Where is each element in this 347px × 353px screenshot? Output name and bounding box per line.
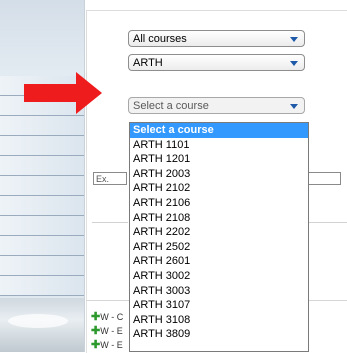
course-option[interactable]: ARTH 2202 [130, 225, 308, 240]
course-option[interactable]: ARTH 3002 [130, 269, 308, 284]
chevron-down-icon [290, 104, 298, 109]
cloud-image [0, 298, 84, 352]
all-courses-select[interactable]: All courses [128, 30, 305, 47]
left-row [0, 236, 84, 256]
legend-label: W - C [100, 312, 124, 322]
course-option[interactable]: ARTH 2502 [130, 240, 308, 255]
secondary-input[interactable] [306, 172, 341, 185]
plus-icon: ✚ [91, 325, 101, 337]
course-option[interactable]: Select a course [130, 123, 308, 138]
plus-icon: ✚ [91, 311, 101, 323]
left-row [0, 196, 84, 216]
chevron-down-icon [290, 61, 298, 66]
legend-label: W - E [100, 326, 123, 336]
course-option[interactable]: ARTH 2106 [130, 196, 308, 211]
course-option[interactable]: ARTH 3809 [130, 327, 308, 342]
course-select-value: Select a course [133, 100, 209, 112]
legend-item: ✚W - E [91, 324, 123, 337]
red-arrow-icon [24, 72, 102, 114]
course-option[interactable]: ARTH 3107 [130, 298, 308, 313]
course-dropdown-list[interactable]: Select a course ARTH 1101 ARTH 1201 ARTH… [129, 122, 309, 352]
course-option[interactable]: ARTH 1101 [130, 138, 308, 153]
course-option[interactable]: ARTH 3003 [130, 284, 308, 299]
subject-select-value: ARTH [133, 57, 163, 69]
chevron-down-icon [290, 37, 298, 42]
course-option[interactable]: ARTH 2108 [130, 211, 308, 226]
divider [92, 222, 128, 223]
left-header-area [0, 0, 84, 76]
all-courses-select-value: All courses [133, 33, 187, 45]
legend-label: W - E [100, 340, 123, 350]
left-row [0, 156, 84, 176]
course-option[interactable]: ARTH 2003 [130, 167, 308, 182]
course-select[interactable]: Select a course [128, 97, 305, 114]
course-option[interactable]: ARTH 1201 [130, 152, 308, 167]
legend-item: ✚W - E [91, 338, 123, 351]
course-number-input[interactable]: Ex. 100 [93, 172, 127, 185]
legend-item: ✚W - C [91, 310, 123, 323]
left-row [0, 256, 84, 276]
subject-select[interactable]: ARTH [128, 54, 305, 71]
course-option[interactable]: ARTH 2102 [130, 181, 308, 196]
plus-icon: ✚ [91, 339, 101, 351]
left-row [0, 136, 84, 156]
left-row [0, 176, 84, 196]
left-row [0, 216, 84, 236]
left-row [0, 276, 84, 296]
course-option[interactable]: ARTH 2601 [130, 254, 308, 269]
left-panel [0, 0, 85, 352]
course-option[interactable]: ARTH 3108 [130, 313, 308, 328]
left-row [0, 116, 84, 136]
